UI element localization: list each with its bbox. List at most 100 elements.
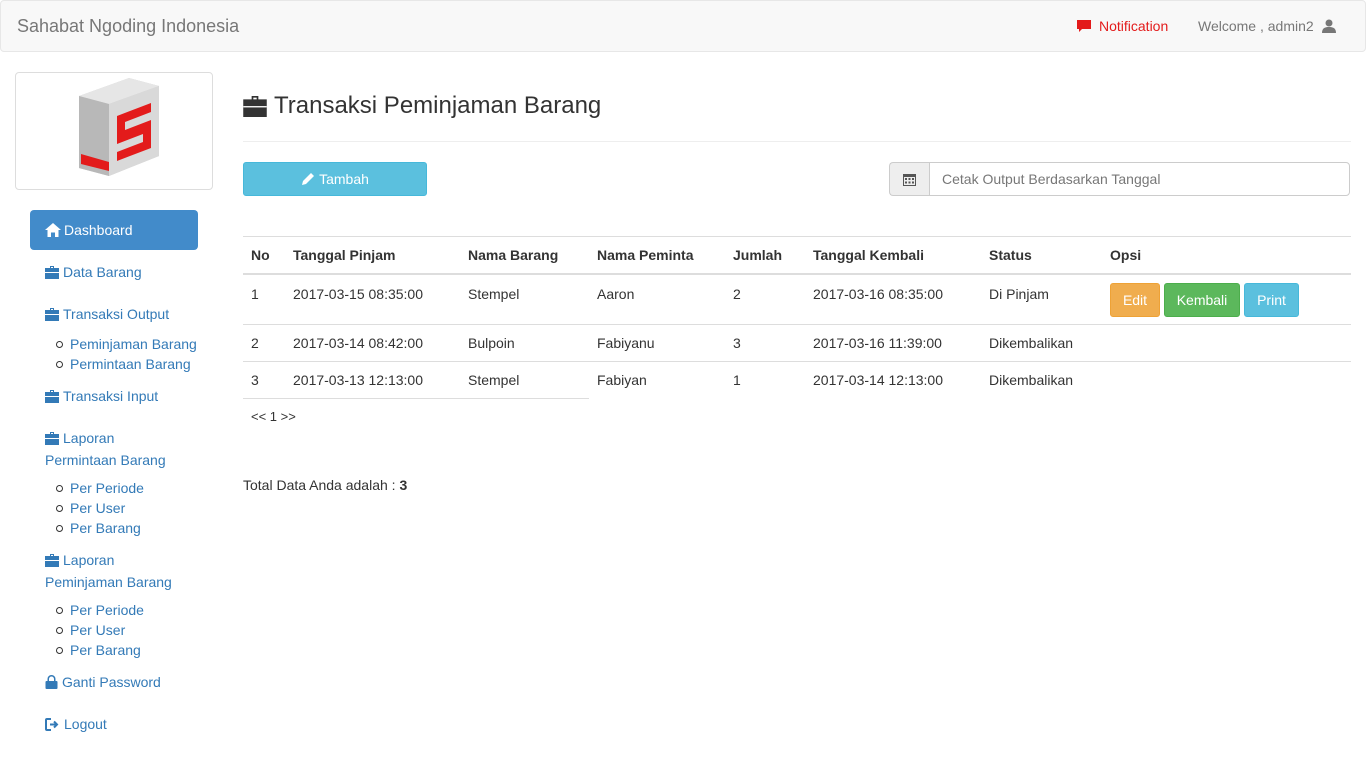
tambah-button[interactable]: Tambah	[243, 162, 427, 196]
sidebar-item-label: Transaksi Input	[63, 388, 159, 404]
comment-icon	[1077, 19, 1091, 33]
cell-tanggal-pinjam: 2017-03-13 12:13:00	[285, 361, 460, 399]
sidebar-item-transaksi-input[interactable]: Transaksi Input	[45, 386, 158, 408]
cell-nama-barang: Bulpoin	[460, 324, 589, 362]
cell-no: 3	[243, 361, 285, 399]
sidebar-item-dashboard[interactable]: Dashboard	[30, 210, 198, 250]
sidebar-subitem-per-barang[interactable]: Per Barang	[55, 518, 144, 538]
sidebar-item-laporan-peminjaman[interactable]: Laporan Peminjaman Barang	[45, 550, 172, 592]
sidebar-item-logout[interactable]: Logout	[45, 714, 107, 736]
column-header-nama-peminta: Nama Peminta	[589, 236, 725, 275]
date-filter-group	[889, 162, 1350, 196]
sidebar-item-label: Ganti Password	[62, 674, 161, 690]
logo-mark	[79, 78, 159, 176]
column-header-opsi: Opsi	[1102, 236, 1351, 275]
column-header-status: Status	[981, 236, 1102, 275]
sidebar-item-ganti-password[interactable]: Ganti Password	[45, 672, 161, 694]
cell-opsi: Edit Kembali Print	[1102, 273, 1351, 325]
cell-tanggal-kembali: 2017-03-16 08:35:00	[805, 273, 981, 325]
cell-nama-barang: Stempel	[460, 361, 589, 399]
sidebar-item-transaksi-output[interactable]: Transaksi Output	[45, 304, 169, 326]
sidebar-item-label: Laporan	[63, 430, 115, 446]
total-data: Total Data Anda adalah : 3	[243, 477, 407, 493]
column-header-nama-barang: Nama Barang	[460, 236, 589, 275]
cell-nama-peminta: Aaron	[589, 273, 725, 325]
laporan-permintaan-submenu: Per Periode Per User Per Barang	[55, 478, 144, 538]
print-button[interactable]: Print	[1244, 282, 1299, 317]
sidebar: Dashboard	[30, 210, 198, 250]
sidebar-subitem-permintaan-barang[interactable]: Permintaan Barang	[55, 354, 197, 374]
cell-jumlah: 1	[725, 361, 805, 399]
cell-nama-peminta: Fabiyan	[589, 361, 725, 399]
cell-nama-barang: Stempel	[460, 273, 589, 325]
home-icon	[45, 223, 61, 237]
cell-jumlah: 3	[725, 324, 805, 362]
cell-tanggal-kembali: 2017-03-16 11:39:00	[805, 324, 981, 362]
user-menu[interactable]: Welcome , admin2	[1198, 18, 1336, 34]
sidebar-item-label: Transaksi Output	[63, 306, 170, 322]
navbar-brand[interactable]: Sahabat Ngoding Indonesia	[17, 16, 239, 37]
calendar-addon[interactable]	[889, 162, 929, 196]
logout-icon	[45, 716, 60, 736]
row-actions: Edit Kembali Print	[1110, 282, 1343, 317]
table-row: 3 2017-03-13 12:13:00 Stempel Fabiyan 1 …	[243, 361, 1351, 399]
cell-jumlah: 2	[725, 273, 805, 325]
peminjaman-table-wrapper: No Tanggal Pinjam Nama Barang Nama Pemin…	[243, 236, 1351, 399]
logo	[15, 72, 213, 190]
calendar-icon	[903, 173, 916, 186]
cell-status: Dikembalikan	[981, 361, 1102, 399]
sidebar-item-label: Data Barang	[63, 264, 142, 280]
briefcase-icon	[45, 264, 59, 284]
briefcase-icon	[243, 95, 267, 117]
cell-no: 2	[243, 324, 285, 362]
total-value: 3	[399, 477, 408, 493]
title-divider	[243, 141, 1351, 142]
date-filter-input[interactable]	[929, 162, 1350, 196]
page-title-text: Transaksi Peminjaman Barang	[274, 92, 602, 119]
sidebar-subitem-per-periode[interactable]: Per Periode	[55, 478, 144, 498]
notification-label: Notification	[1099, 18, 1169, 34]
navbar: Sahabat Ngoding Indonesia Notification W…	[0, 0, 1366, 52]
kembali-button[interactable]: Kembali	[1164, 282, 1240, 317]
cell-status: Di Pinjam	[981, 273, 1102, 325]
pencil-icon	[301, 172, 315, 186]
page-title: Transaksi Peminjaman Barang	[243, 92, 601, 120]
sidebar-subitem-per-user[interactable]: Per User	[55, 620, 144, 640]
cell-tanggal-kembali: 2017-03-14 12:13:00	[805, 361, 981, 399]
column-header-tanggal-kembali: Tanggal Kembali	[805, 236, 981, 275]
cell-nama-peminta: Fabiyanu	[589, 324, 725, 362]
sidebar-item-data-barang[interactable]: Data Barang	[45, 262, 142, 284]
tambah-label: Tambah	[319, 171, 369, 187]
briefcase-icon	[45, 552, 59, 572]
cell-tanggal-pinjam: 2017-03-14 08:42:00	[285, 324, 460, 362]
pagination[interactable]: << 1 >>	[251, 409, 296, 424]
sidebar-item-laporan-permintaan[interactable]: Laporan Permintaan Barang	[45, 428, 166, 470]
column-header-tanggal-pinjam: Tanggal Pinjam	[285, 236, 460, 275]
sidebar-subitem-per-periode[interactable]: Per Periode	[55, 600, 144, 620]
table-row: 1 2017-03-15 08:35:00 Stempel Aaron 2 20…	[243, 273, 1351, 325]
cell-no: 1	[243, 273, 285, 325]
sidebar-subitem-peminjaman-barang[interactable]: Peminjaman Barang	[55, 334, 197, 354]
briefcase-icon	[45, 388, 59, 408]
cell-status: Dikembalikan	[981, 324, 1102, 362]
welcome-text: Welcome , admin2	[1198, 18, 1314, 34]
sidebar-item-label: Logout	[64, 716, 107, 732]
cell-tanggal-pinjam: 2017-03-15 08:35:00	[285, 273, 460, 325]
edit-button[interactable]: Edit	[1110, 282, 1160, 317]
column-header-jumlah: Jumlah	[725, 236, 805, 275]
sidebar-item-label: Laporan	[63, 552, 115, 568]
briefcase-icon	[45, 306, 59, 326]
sidebar-subitem-per-barang[interactable]: Per Barang	[55, 640, 144, 660]
column-header-no: No	[243, 236, 285, 275]
peminjaman-table: No Tanggal Pinjam Nama Barang Nama Pemin…	[243, 236, 1351, 399]
table-row: 2 2017-03-14 08:42:00 Bulpoin Fabiyanu 3…	[243, 324, 1351, 362]
transaksi-output-submenu: Peminjaman Barang Permintaan Barang	[55, 334, 197, 374]
laporan-peminjaman-submenu: Per Periode Per User Per Barang	[55, 600, 144, 660]
sidebar-item-label-line2: Peminjaman Barang	[45, 574, 172, 590]
sidebar-subitem-per-user[interactable]: Per User	[55, 498, 144, 518]
sidebar-item-label-line2: Permintaan Barang	[45, 452, 166, 468]
lock-icon	[45, 674, 58, 694]
cell-opsi	[1102, 361, 1351, 399]
notification-link[interactable]: Notification	[1077, 18, 1168, 34]
briefcase-icon	[45, 430, 59, 450]
